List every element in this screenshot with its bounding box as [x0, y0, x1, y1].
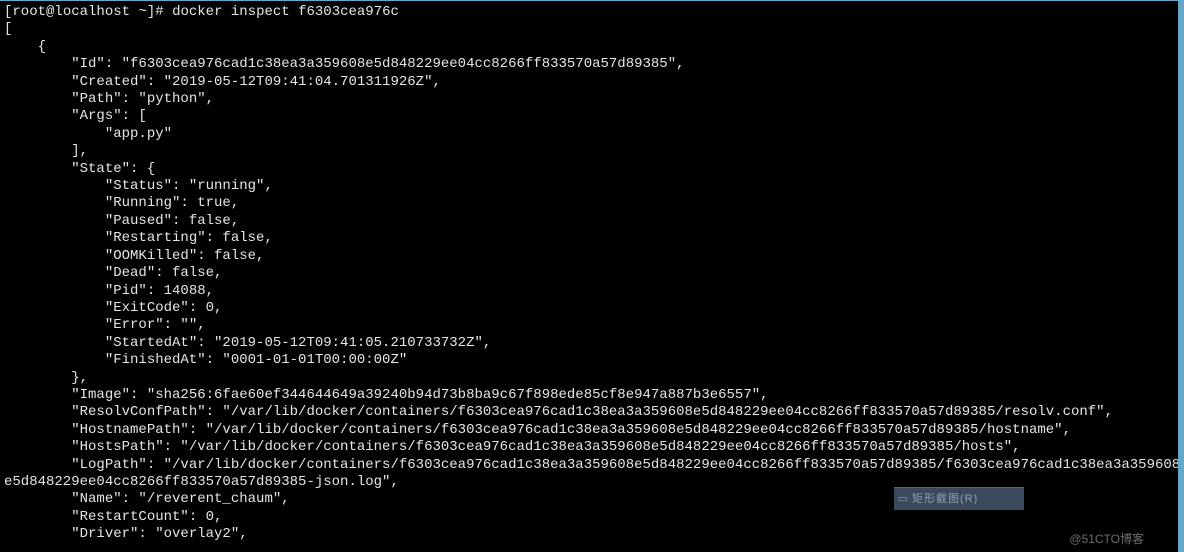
output-line: "Args": [ [4, 108, 147, 124]
output-line: "OOMKilled": false, [4, 248, 264, 264]
output-line: "Id": "f6303cea976cad1c38ea3a359608e5d84… [4, 56, 685, 72]
output-line: "ResolvConfPath": "/var/lib/docker/conta… [4, 404, 1113, 420]
output-line: "Image": "sha256:6fae60ef344644649a39240… [4, 387, 769, 403]
prompt-symbol: # [155, 4, 163, 20]
output-line: "ExitCode": 0, [4, 300, 222, 316]
screenshot-tool-label: 矩形截图(R) [912, 488, 1024, 510]
output-line: e5d848229ee04cc8266ff833570a57d89385-jso… [4, 474, 399, 490]
output-line: "Name": "/reverent_chaum", [4, 491, 290, 507]
output-line: "HostsPath": "/var/lib/docker/containers… [4, 439, 1021, 455]
output-line: "State": { [4, 161, 155, 177]
output-line: "Dead": false, [4, 265, 222, 281]
output-line: "StartedAt": "2019-05-12T09:41:05.210733… [4, 335, 491, 351]
output-line: }, [4, 370, 88, 386]
output-line: "LogPath": "/var/lib/docker/containers/f… [4, 457, 1180, 473]
rectangle-icon: ▭ [894, 488, 912, 510]
output-line: "Pid": 14088, [4, 283, 214, 299]
screenshot-tool-tab[interactable]: ▭ 矩形截图(R) [894, 487, 1024, 510]
prompt-user: root [12, 4, 46, 20]
window-border-right [1178, 0, 1184, 552]
output-line: ], [4, 143, 88, 159]
watermark-text: @51CTO博客 [1069, 531, 1144, 548]
output-line: "Path": "python", [4, 91, 214, 107]
output-line: "Created": "2019-05-12T09:41:04.70131192… [4, 74, 441, 90]
prompt-cwd: ~ [138, 4, 146, 20]
output-line: "Error": "", [4, 317, 206, 333]
output-line: "Status": "running", [4, 178, 273, 194]
output-line: "app.py" [4, 126, 172, 142]
output-line: "Paused": false, [4, 213, 239, 229]
output-line: { [4, 39, 46, 55]
prompt-host: localhost [54, 4, 130, 20]
output-line: "Running": true, [4, 195, 239, 211]
output-line: "RestartCount": 0, [4, 509, 222, 525]
terminal-pane[interactable]: [root@localhost ~]# docker inspect f6303… [0, 0, 1184, 544]
output-line: "Restarting": false, [4, 230, 273, 246]
output-line: "FinishedAt": "0001-01-01T00:00:00Z" [4, 352, 407, 368]
output-line: "Driver": "overlay2", [4, 526, 248, 542]
shell-prompt: [root@localhost ~]# [4, 4, 172, 20]
command-text: docker inspect f6303cea976c [172, 4, 399, 20]
window-border-top [0, 0, 1184, 1]
output-line: [ [4, 21, 12, 37]
output-line: "HostnamePath": "/var/lib/docker/contain… [4, 422, 1071, 438]
